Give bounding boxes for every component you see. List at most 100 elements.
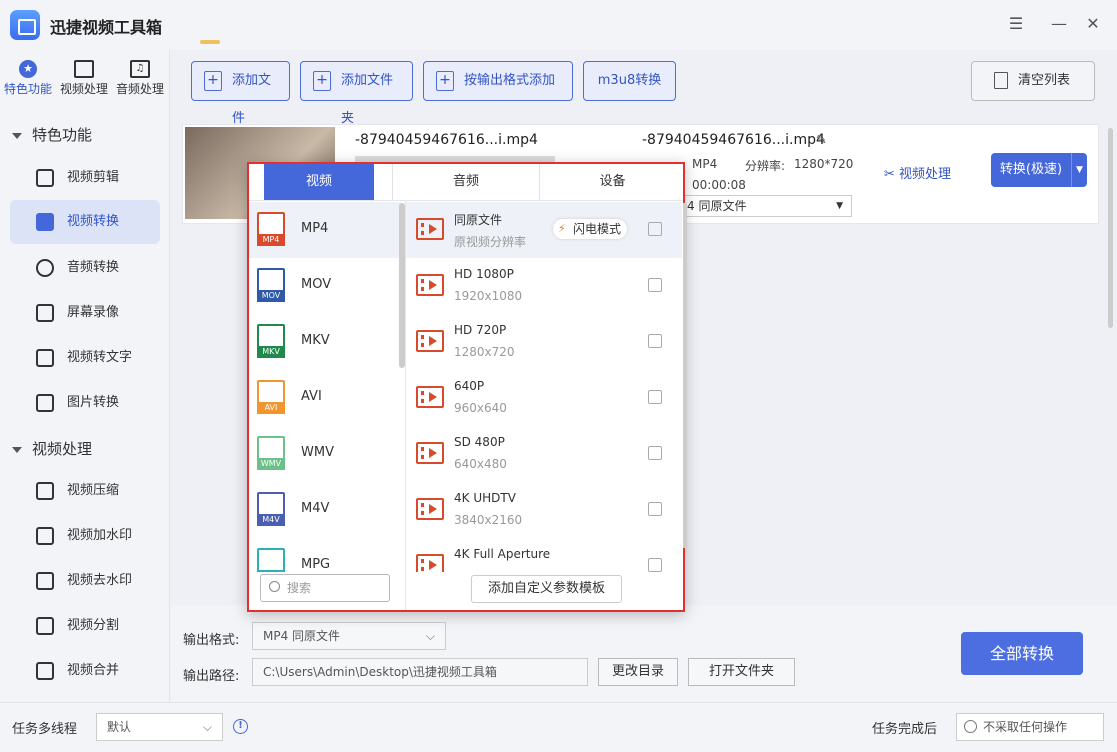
nav-remove-watermark[interactable]: 视频去水印: [10, 559, 160, 603]
close-icon[interactable]: ✕: [1082, 13, 1104, 35]
nav-video-compress[interactable]: 视频压缩: [10, 469, 160, 513]
nav-label: 视频剪辑: [67, 170, 120, 185]
search-placeholder: 搜索: [287, 581, 312, 595]
nav-image-convert[interactable]: 图片转换: [10, 381, 160, 425]
flash-mode-badge[interactable]: 闪电模式: [553, 219, 628, 239]
music-icon: ♫: [130, 60, 150, 78]
output-format: MP4: [692, 157, 718, 171]
output-filename: -87940459467616...i.mp4: [642, 132, 825, 148]
update-badge: [200, 40, 220, 44]
text-icon: [36, 349, 54, 367]
sidebar-tab-label: 特色功能: [3, 82, 52, 96]
nav-video-split[interactable]: 视频分割: [10, 604, 160, 648]
nav-video-edit[interactable]: 视频剪辑: [10, 156, 160, 200]
nav-label: 视频分割: [67, 618, 120, 633]
nav-label: 视频合并: [67, 663, 120, 678]
nav-label: 音频转换: [67, 260, 120, 275]
tab-audio[interactable]: 音频: [392, 164, 539, 200]
merge-icon: [36, 662, 54, 680]
convert-all-button[interactable]: 全部转换: [961, 632, 1083, 675]
crop-icon: [36, 169, 54, 187]
output-format-select[interactable]: MP4 同原文件 ⌵: [252, 622, 446, 650]
no-action-icon: [964, 720, 977, 733]
minimize-icon[interactable]: —: [1048, 13, 1070, 35]
group-title: 特色功能: [32, 126, 93, 144]
nav-screen-record[interactable]: 屏幕录像: [10, 291, 160, 335]
trash-icon: [994, 72, 1008, 89]
link-label: 视频处理: [899, 167, 952, 182]
change-dir-button[interactable]: 更改目录: [598, 658, 678, 686]
film-icon: [74, 60, 94, 78]
output-path-field[interactable]: C:\Users\Admin\Desktop\迅捷视频工具箱: [252, 658, 588, 686]
plus-icon: +: [204, 71, 222, 91]
tab-video[interactable]: 视频: [264, 164, 374, 200]
title-bar: [0, 0, 1117, 50]
resolution-label: 分辨率:: [745, 159, 786, 173]
convert-dropdown-icon[interactable]: ▼: [1071, 153, 1087, 187]
select-value: 4 同原文件: [687, 199, 747, 213]
add-template-button[interactable]: 添加自定义参数模板: [471, 575, 622, 603]
select-value: 不采取任何操作: [983, 720, 1068, 734]
sidebar-tab-video[interactable]: 视频处理: [56, 60, 112, 97]
watermark-remove-icon: [36, 572, 54, 590]
add-by-format-button[interactable]: + 按输出格式添加: [423, 61, 573, 101]
sidebar-tab-audio[interactable]: ♫ 音频处理: [112, 60, 168, 97]
tab-divider: [249, 200, 683, 201]
convert-button[interactable]: 转换(极速): [991, 153, 1071, 187]
add-file-button[interactable]: + 添加文件: [191, 61, 290, 126]
nav-audio-convert[interactable]: 音频转换: [10, 246, 160, 290]
tab-device[interactable]: 设备: [539, 164, 685, 200]
sidebar-tab-label: 视频处理: [59, 82, 108, 96]
plus-icon: +: [436, 71, 454, 91]
output-preset-select[interactable]: 4 同原文件 ▼: [680, 195, 852, 217]
screen-record-icon: [36, 304, 54, 322]
group-featured[interactable]: 特色功能: [12, 124, 92, 145]
group-title: 视频处理: [32, 440, 93, 458]
app-title: 迅捷视频工具箱: [50, 18, 163, 37]
play-icon: [36, 213, 54, 231]
nav-video-merge[interactable]: 视频合并: [10, 649, 160, 693]
image-icon: [36, 394, 54, 412]
nav-label: 视频去水印: [67, 573, 133, 588]
sidebar-tab-featured[interactable]: ★ 特色功能: [0, 60, 56, 97]
button-label: 添加文件: [232, 73, 272, 126]
compress-icon: [36, 482, 54, 500]
preset-scrollbar[interactable]: [683, 203, 687, 548]
open-folder-button[interactable]: 打开文件夹: [688, 658, 795, 686]
multithread-select[interactable]: 默认 ⌵: [96, 713, 223, 741]
menu-icon[interactable]: ☰: [1005, 13, 1027, 35]
column-divider: [405, 201, 406, 610]
search-icon: [269, 581, 280, 592]
collapse-icon: [12, 446, 22, 453]
group-video-process[interactable]: 视频处理: [12, 438, 92, 459]
button-label: 按输出格式添加: [464, 73, 556, 88]
format-search-input[interactable]: 搜索: [260, 574, 390, 602]
after-task-select[interactable]: 不采取任何操作: [956, 713, 1104, 741]
select-value: MP4 同原文件: [263, 629, 341, 643]
nav-label: 视频转文字: [67, 350, 133, 365]
clear-list-button[interactable]: 清空列表: [971, 61, 1095, 101]
nav-label: 视频加水印: [67, 528, 133, 543]
scissors-icon: ✂: [884, 167, 900, 182]
duration: 00:00:08: [692, 178, 746, 192]
info-icon[interactable]: !: [233, 719, 248, 734]
star-icon: ★: [19, 60, 37, 78]
format-scrollbar[interactable]: [399, 203, 405, 368]
source-filename: -87940459467616...i.mp4: [355, 132, 538, 148]
collapse-icon: [12, 132, 22, 139]
resolution-value: 1280*720: [794, 157, 854, 171]
add-folder-button[interactable]: + 添加文件夹: [300, 61, 413, 126]
nav-label: 屏幕录像: [67, 305, 120, 320]
watermark-add-icon: [36, 527, 54, 545]
m3u8-button[interactable]: m3u8转换: [583, 61, 676, 101]
button-label: 添加文件夹: [341, 73, 394, 126]
audio-wave-icon: [36, 259, 54, 277]
rename-icon[interactable]: ✎: [816, 133, 827, 148]
dropdown-arrow-icon: ▼: [836, 201, 843, 211]
nav-video-to-text[interactable]: 视频转文字: [10, 336, 160, 380]
nav-add-watermark[interactable]: 视频加水印: [10, 514, 160, 558]
nav-label: 图片转换: [67, 395, 120, 410]
nav-video-convert[interactable]: 视频转换: [10, 200, 160, 244]
video-process-link[interactable]: ✂ 视频处理: [884, 163, 951, 182]
list-scrollbar[interactable]: [1108, 128, 1113, 328]
